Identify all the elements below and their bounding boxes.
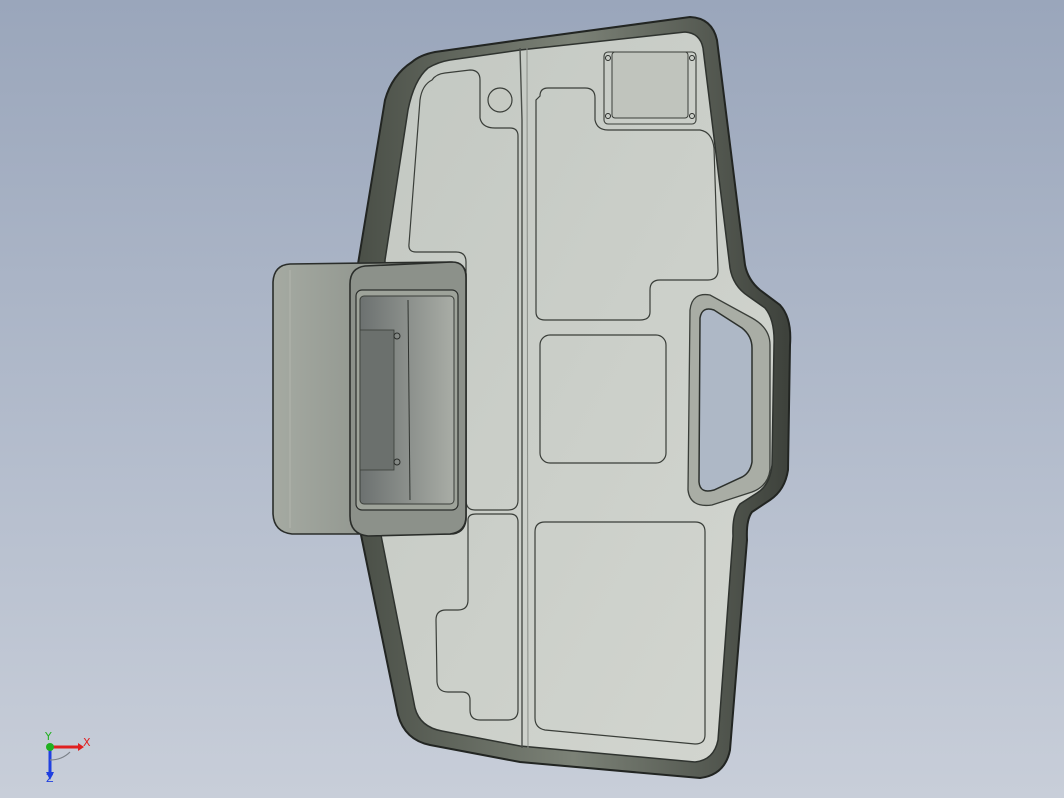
triad-z-label: Z — [46, 772, 54, 785]
coordinate-triad: X Y Z — [44, 730, 91, 785]
handle-opening — [698, 308, 753, 492]
estop-housing[interactable] — [272, 261, 467, 537]
triad-y-axis — [46, 743, 54, 751]
triad-x-label: X — [83, 736, 91, 749]
cad-viewport[interactable]: X Y Z — [0, 0, 1064, 798]
mount-hole — [487, 87, 513, 113]
triad-y-label: Y — [44, 730, 52, 743]
